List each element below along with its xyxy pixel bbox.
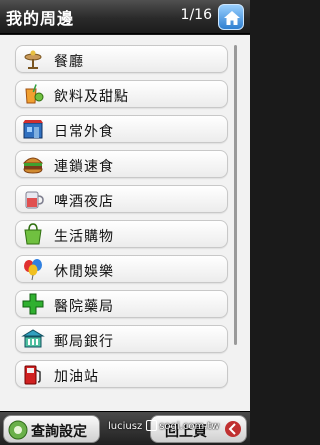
balloon-icon xyxy=(24,259,42,281)
category-label: 啤酒夜店 xyxy=(54,194,114,210)
category-item-restaurant[interactable]: 餐廳 xyxy=(15,45,228,73)
category-item-medical[interactable]: 醫院藥局 xyxy=(15,290,228,318)
query-settings-label: 查詢設定 xyxy=(31,424,87,440)
page-title: 我的周邊 xyxy=(6,9,75,28)
category-label: 醫院藥局 xyxy=(54,299,114,315)
bank-icon xyxy=(21,329,45,348)
category-label: 加油站 xyxy=(54,369,99,385)
burger-icon xyxy=(22,157,44,174)
shop-icon xyxy=(23,120,43,139)
page-indicator: 1/16 xyxy=(180,7,212,23)
category-item-daily-food[interactable]: 日常外食 xyxy=(15,115,228,143)
query-settings-button[interactable]: 查詢設定 xyxy=(3,415,100,443)
beer-icon xyxy=(25,191,44,209)
category-item-leisure[interactable]: 休閒娛樂 xyxy=(15,255,228,283)
scrollbar[interactable] xyxy=(234,45,237,345)
category-label: 郵局銀行 xyxy=(54,334,114,350)
category-label: 餐廳 xyxy=(54,54,84,70)
category-label: 生活購物 xyxy=(54,229,114,245)
sogi-logo-icon xyxy=(146,420,158,431)
restaurant-icon xyxy=(24,50,42,69)
drink-icon xyxy=(25,84,44,104)
category-label: 休閒娛樂 xyxy=(54,264,114,280)
category-label: 日常外食 xyxy=(54,124,114,140)
category-item-drinks[interactable]: 飲料及甜點 xyxy=(15,80,228,108)
category-list: 餐廳 飲料及甜點 日常外食 連鎖速食 啤酒夜店 生活購物 休閒娛樂 醫院藥局 郵… xyxy=(0,35,250,411)
medical-cross-icon xyxy=(22,293,44,315)
watermark-site: sogi.com.tw xyxy=(159,421,220,432)
watermark-user: luciusz xyxy=(108,421,143,432)
category-item-shopping[interactable]: 生活購物 xyxy=(15,220,228,248)
category-label: 飲料及甜點 xyxy=(54,89,129,105)
category-item-gas-station[interactable]: 加油站 xyxy=(15,360,228,388)
gear-icon xyxy=(8,420,28,440)
category-item-fast-food[interactable]: 連鎖速食 xyxy=(15,150,228,178)
home-icon xyxy=(224,11,240,25)
category-label: 連鎖速食 xyxy=(54,159,114,175)
shopping-bag-icon xyxy=(24,223,42,245)
title-bar: 我的周邊 1/16 xyxy=(0,0,250,34)
bottom-bar: 查詢設定 回上頁 luciusz sogi.com.tw xyxy=(0,411,250,445)
category-item-beer-bar[interactable]: 啤酒夜店 xyxy=(15,185,228,213)
gas-pump-icon xyxy=(24,365,41,385)
category-item-post-bank[interactable]: 郵局銀行 xyxy=(15,325,228,353)
watermark: luciusz sogi.com.tw xyxy=(108,420,248,438)
home-button[interactable] xyxy=(218,4,244,30)
